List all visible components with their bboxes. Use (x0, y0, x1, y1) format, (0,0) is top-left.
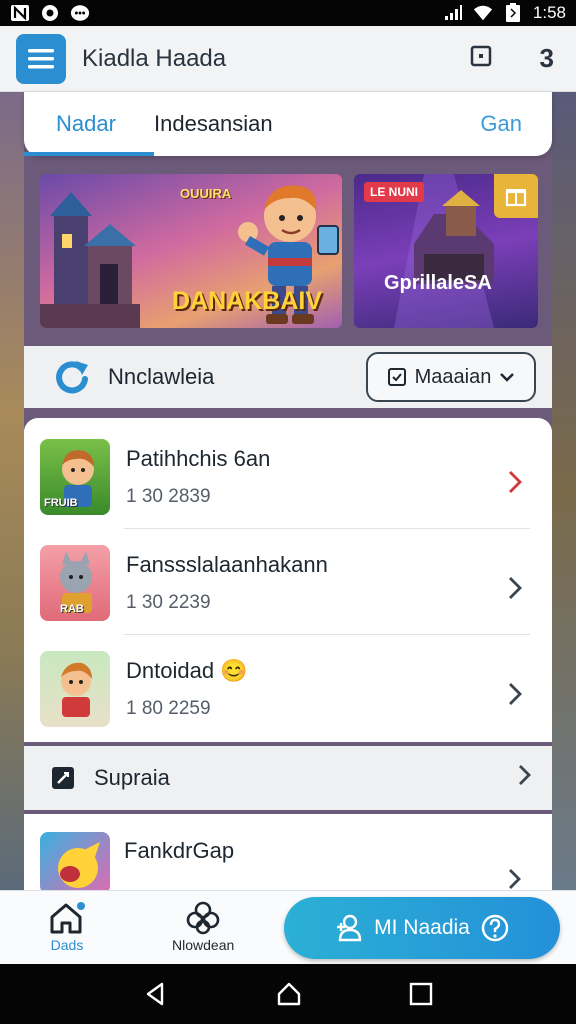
thumb-label: FRUIB (44, 497, 78, 509)
cta-button[interactable]: MI Naadia (284, 897, 560, 959)
home-system-icon[interactable] (275, 980, 303, 1008)
signal-icon (443, 4, 463, 22)
menu-icon (28, 48, 54, 68)
game-thumbnail (40, 832, 110, 894)
notification-n-icon (10, 4, 30, 22)
game-list: FRUIB Patihhchis 6an 1 30 2839 RAB Fanss… (24, 418, 552, 742)
banner-primary-kicker: OUUIRA (180, 186, 232, 201)
flower-icon (186, 901, 220, 935)
edit-square-icon (52, 767, 74, 789)
chat-icon (70, 4, 90, 22)
list-item-name: Patihhchis 6an (126, 446, 271, 471)
chevron-right-icon[interactable] (508, 576, 522, 607)
app-bar: Kiadla Haada 3 (0, 26, 576, 92)
thumb-label: RAB (60, 603, 84, 615)
banner-secondary-title: GprillaleSA (384, 272, 492, 294)
filter-dropdown[interactable]: Maaaian (366, 352, 536, 402)
list-item-sub: 1 30 2839 (126, 486, 211, 507)
home-icon (50, 902, 85, 934)
banner-castle-illustration (40, 192, 140, 328)
chevron-right-icon (518, 764, 532, 792)
list-item[interactable]: RAB Fanssslalaanhakann 1 30 2239 (24, 530, 552, 636)
banner-primary-title: DANAKBAIV (172, 287, 322, 315)
system-navigation-bar (0, 964, 576, 1024)
nav-second[interactable]: Nlowdean (172, 901, 234, 953)
battery-icon (503, 3, 523, 22)
divider (124, 528, 530, 529)
chevron-right-icon[interactable] (508, 470, 522, 501)
bottom-navigation: Dads Nlowdean MI Naadia (0, 890, 576, 964)
tab-indesansian[interactable]: Indesansian (154, 92, 273, 156)
recents-icon[interactable] (408, 981, 434, 1007)
app-bar-count[interactable]: 3 (540, 43, 554, 74)
game-thumbnail: RAB (40, 545, 110, 621)
banner-primary[interactable]: OUUIRA DANAKBAIV (40, 174, 342, 328)
game-thumbnail (40, 651, 110, 727)
background-edge-right (552, 90, 576, 894)
nav-home[interactable]: Dads (48, 901, 86, 953)
user-add-icon (337, 914, 362, 942)
list-item-partial[interactable]: FankdrGap (24, 814, 552, 894)
nav-home-label: Dads (50, 937, 84, 953)
filter-label: Maaaian (414, 365, 492, 388)
gift-icon[interactable] (494, 174, 538, 218)
location-icon (40, 4, 60, 22)
square-button[interactable] (470, 45, 492, 72)
smile-emoji-icon: 😊 (220, 658, 248, 683)
square-icon (470, 45, 491, 67)
section-title: Nnclawleia (108, 364, 215, 389)
banner-secondary-badge: LE NUNI (364, 182, 424, 202)
menu-button[interactable] (16, 33, 66, 84)
support-row[interactable]: Supraia (24, 746, 552, 810)
status-bar: 1:58 (0, 0, 576, 26)
banner-secondary[interactable]: LE NUNI GprillaleSA (354, 174, 538, 328)
list-item-name-text: Dntoidad (126, 658, 215, 683)
refresh-icon[interactable] (52, 357, 92, 397)
list-item-sub: 1 80 2259 (126, 698, 211, 719)
list-item-name: FankdrGap (124, 838, 235, 863)
app-title: Kiadla Haada (82, 44, 227, 72)
cta-label: MI Naadia (374, 916, 470, 939)
background-edge-left (0, 90, 24, 894)
tab-gan[interactable]: Gan (448, 92, 552, 156)
list-item-name: Dntoidad 😊 (126, 658, 247, 684)
support-label: Supraia (94, 765, 170, 790)
chevron-down-icon (500, 373, 515, 382)
list-item[interactable]: Dntoidad 😊 1 80 2259 (24, 636, 552, 742)
back-icon[interactable] (142, 980, 170, 1008)
tab-bar: Nadar Indesansian Gan (24, 92, 552, 156)
divider (124, 634, 530, 635)
help-icon (481, 914, 509, 942)
tab-nadar[interactable]: Nadar (24, 92, 154, 156)
checkbox-icon (387, 368, 406, 386)
banner-carousel: OUUIRA DANAKBAIV LE NUNI GprillaleSA (40, 174, 538, 328)
nav-second-label: Nlowdean (172, 937, 235, 953)
list-item[interactable]: FRUIB Patihhchis 6an 1 30 2839 (24, 424, 552, 530)
chevron-right-icon[interactable] (508, 682, 522, 713)
wifi-icon (473, 4, 493, 22)
game-thumbnail: FRUIB (40, 439, 110, 515)
status-time: 1:58 (532, 3, 566, 22)
section-header: Nnclawleia Maaaian (24, 346, 552, 408)
list-item-name: Fanssslalaanhakann (126, 552, 328, 577)
list-item-sub: 1 30 2239 (126, 592, 211, 613)
